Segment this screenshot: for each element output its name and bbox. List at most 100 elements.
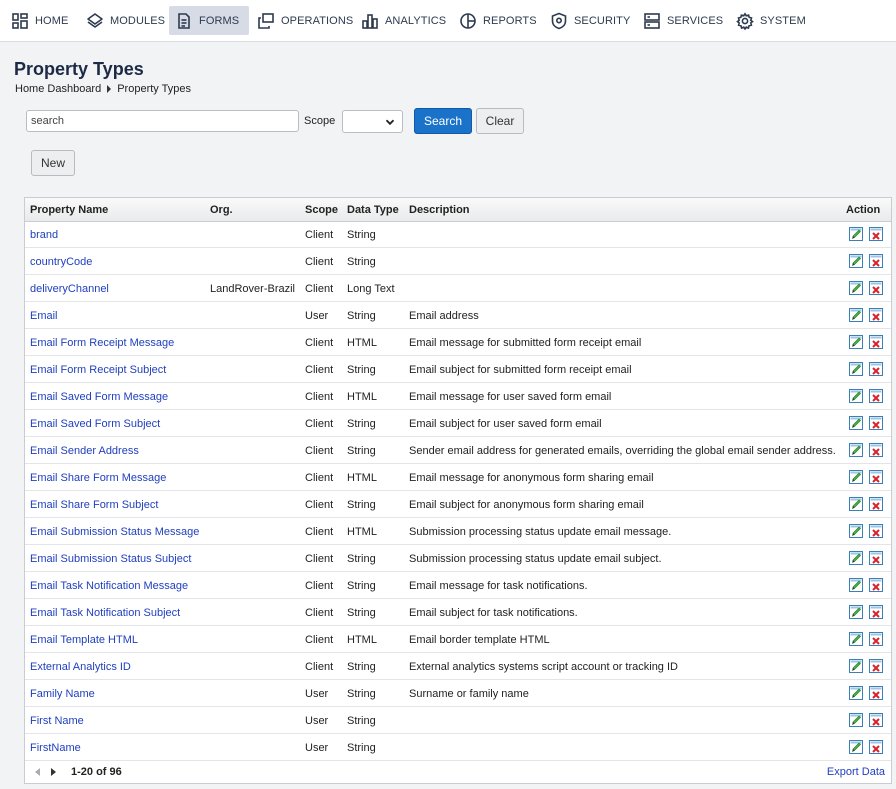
delete-icon[interactable] — [869, 227, 883, 241]
property-name-link[interactable]: Email Task Notification Subject — [30, 607, 180, 619]
search-button[interactable]: Search — [414, 108, 472, 134]
scope-cell: Client — [305, 607, 334, 619]
delete-icon[interactable] — [869, 740, 883, 754]
nav-item-analytics[interactable]: ANALYTICS — [355, 6, 452, 35]
pager-prev-icon[interactable] — [35, 768, 40, 776]
nav-item-services[interactable]: SERVICES — [637, 6, 729, 35]
edit-icon[interactable] — [849, 308, 863, 322]
property-name-link[interactable]: Email Saved Form Message — [30, 391, 168, 403]
property-name-link[interactable]: External Analytics ID — [30, 661, 131, 673]
delete-icon[interactable] — [869, 632, 883, 646]
edit-icon[interactable] — [849, 389, 863, 403]
edit-icon[interactable] — [849, 605, 863, 619]
delete-icon[interactable] — [869, 416, 883, 430]
nav-item-modules[interactable]: MODULES — [80, 6, 171, 35]
clear-button[interactable]: Clear — [476, 108, 524, 134]
delete-icon[interactable] — [869, 659, 883, 673]
table-row: First Name User String — [25, 707, 891, 734]
scope-cell: Client — [305, 580, 334, 592]
nav-label: MODULES — [110, 14, 166, 27]
delete-icon[interactable] — [869, 713, 883, 727]
property-name-link[interactable]: Email Saved Form Subject — [30, 418, 160, 430]
delete-icon[interactable] — [869, 497, 883, 511]
delete-icon[interactable] — [869, 308, 883, 322]
edit-icon[interactable] — [849, 551, 863, 565]
edit-icon[interactable] — [849, 632, 863, 646]
edit-icon[interactable] — [849, 713, 863, 727]
property-name-link[interactable]: Email Share Form Message — [30, 472, 166, 484]
edit-icon[interactable] — [849, 470, 863, 484]
server-icon — [644, 12, 660, 29]
property-name-link[interactable]: brand — [30, 229, 58, 241]
edit-icon[interactable] — [849, 497, 863, 511]
property-name-link[interactable]: Email Form Receipt Message — [30, 337, 174, 349]
delete-icon[interactable] — [869, 686, 883, 700]
nav-item-reports[interactable]: REPORTS — [453, 6, 543, 35]
data-type-cell: HTML — [347, 634, 377, 646]
new-button[interactable]: New — [31, 150, 75, 176]
search-input[interactable] — [26, 110, 299, 132]
property-name-link[interactable]: Family Name — [30, 688, 95, 700]
edit-icon[interactable] — [849, 254, 863, 268]
table-row: Email Share Form Message Client HTML Email … — [25, 464, 891, 491]
nav-label: OPERATIONS — [281, 14, 354, 27]
property-name-link[interactable]: First Name — [30, 715, 84, 727]
property-name-link[interactable]: Email Form Receipt Subject — [30, 364, 166, 376]
table-footer: 1-20 of 96 Export Data — [25, 761, 891, 783]
edit-icon[interactable] — [849, 443, 863, 457]
delete-icon[interactable] — [869, 362, 883, 376]
header-description[interactable]: Description — [409, 204, 470, 216]
edit-icon[interactable] — [849, 740, 863, 754]
property-name-link[interactable]: Email Task Notification Message — [30, 580, 188, 592]
delete-icon[interactable] — [869, 281, 883, 295]
delete-icon[interactable] — [869, 524, 883, 538]
delete-icon[interactable] — [869, 335, 883, 349]
nav-item-security[interactable]: SECURITY — [544, 6, 636, 35]
delete-icon[interactable] — [869, 551, 883, 565]
property-name-link[interactable]: Email Sender Address — [30, 445, 139, 457]
nav-item-home[interactable]: HOME — [5, 6, 74, 35]
table-row: Family Name User String Surname or family n… — [25, 680, 891, 707]
table-row: Email Saved Form Subject Client String Emai… — [25, 410, 891, 437]
nav-item-forms[interactable]: FORMS — [169, 6, 249, 35]
scope-select[interactable] — [342, 110, 403, 133]
property-name-link[interactable]: countryCode — [30, 256, 92, 268]
delete-icon[interactable] — [869, 254, 883, 268]
property-name-link[interactable]: Email Submission Status Message — [30, 526, 199, 538]
breadcrumb-home-link[interactable]: Home Dashboard — [15, 83, 101, 95]
header-org[interactable]: Org. — [210, 204, 233, 216]
delete-icon[interactable] — [869, 443, 883, 457]
property-name-link[interactable]: Email Submission Status Subject — [30, 553, 191, 565]
export-data-link[interactable]: Export Data — [827, 766, 885, 778]
property-name-link[interactable]: deliveryChannel — [30, 283, 109, 295]
delete-icon[interactable] — [869, 389, 883, 403]
property-name-link[interactable]: Email Template HTML — [30, 634, 138, 646]
property-name-link[interactable]: Email Share Form Subject — [30, 499, 158, 511]
breadcrumb-separator-icon — [107, 85, 112, 93]
edit-icon[interactable] — [849, 416, 863, 430]
edit-icon[interactable] — [849, 578, 863, 592]
table-row: deliveryChannel LandRover-Brazil Client Lon… — [25, 275, 891, 302]
description-cell: External analytics systems script accoun… — [409, 661, 678, 673]
header-scope[interactable]: Scope — [305, 204, 338, 216]
property-name-link[interactable]: FirstName — [30, 742, 81, 754]
data-type-cell: String — [347, 661, 376, 673]
scope-cell: Client — [305, 472, 334, 484]
edit-icon[interactable] — [849, 281, 863, 295]
edit-icon[interactable] — [849, 227, 863, 241]
nav-item-system[interactable]: SYSTEM — [730, 6, 812, 35]
org-cell: LandRover-Brazil — [210, 283, 295, 295]
delete-icon[interactable] — [869, 605, 883, 619]
pager-next-icon[interactable] — [51, 768, 56, 776]
header-property-name[interactable]: Property Name — [30, 204, 108, 216]
property-name-link[interactable]: Email — [30, 310, 58, 322]
edit-icon[interactable] — [849, 362, 863, 376]
edit-icon[interactable] — [849, 686, 863, 700]
edit-icon[interactable] — [849, 659, 863, 673]
delete-icon[interactable] — [869, 470, 883, 484]
edit-icon[interactable] — [849, 335, 863, 349]
edit-icon[interactable] — [849, 524, 863, 538]
header-data-type[interactable]: Data Type — [347, 204, 399, 216]
nav-item-operations[interactable]: OPERATIONS — [251, 6, 359, 35]
delete-icon[interactable] — [869, 578, 883, 592]
